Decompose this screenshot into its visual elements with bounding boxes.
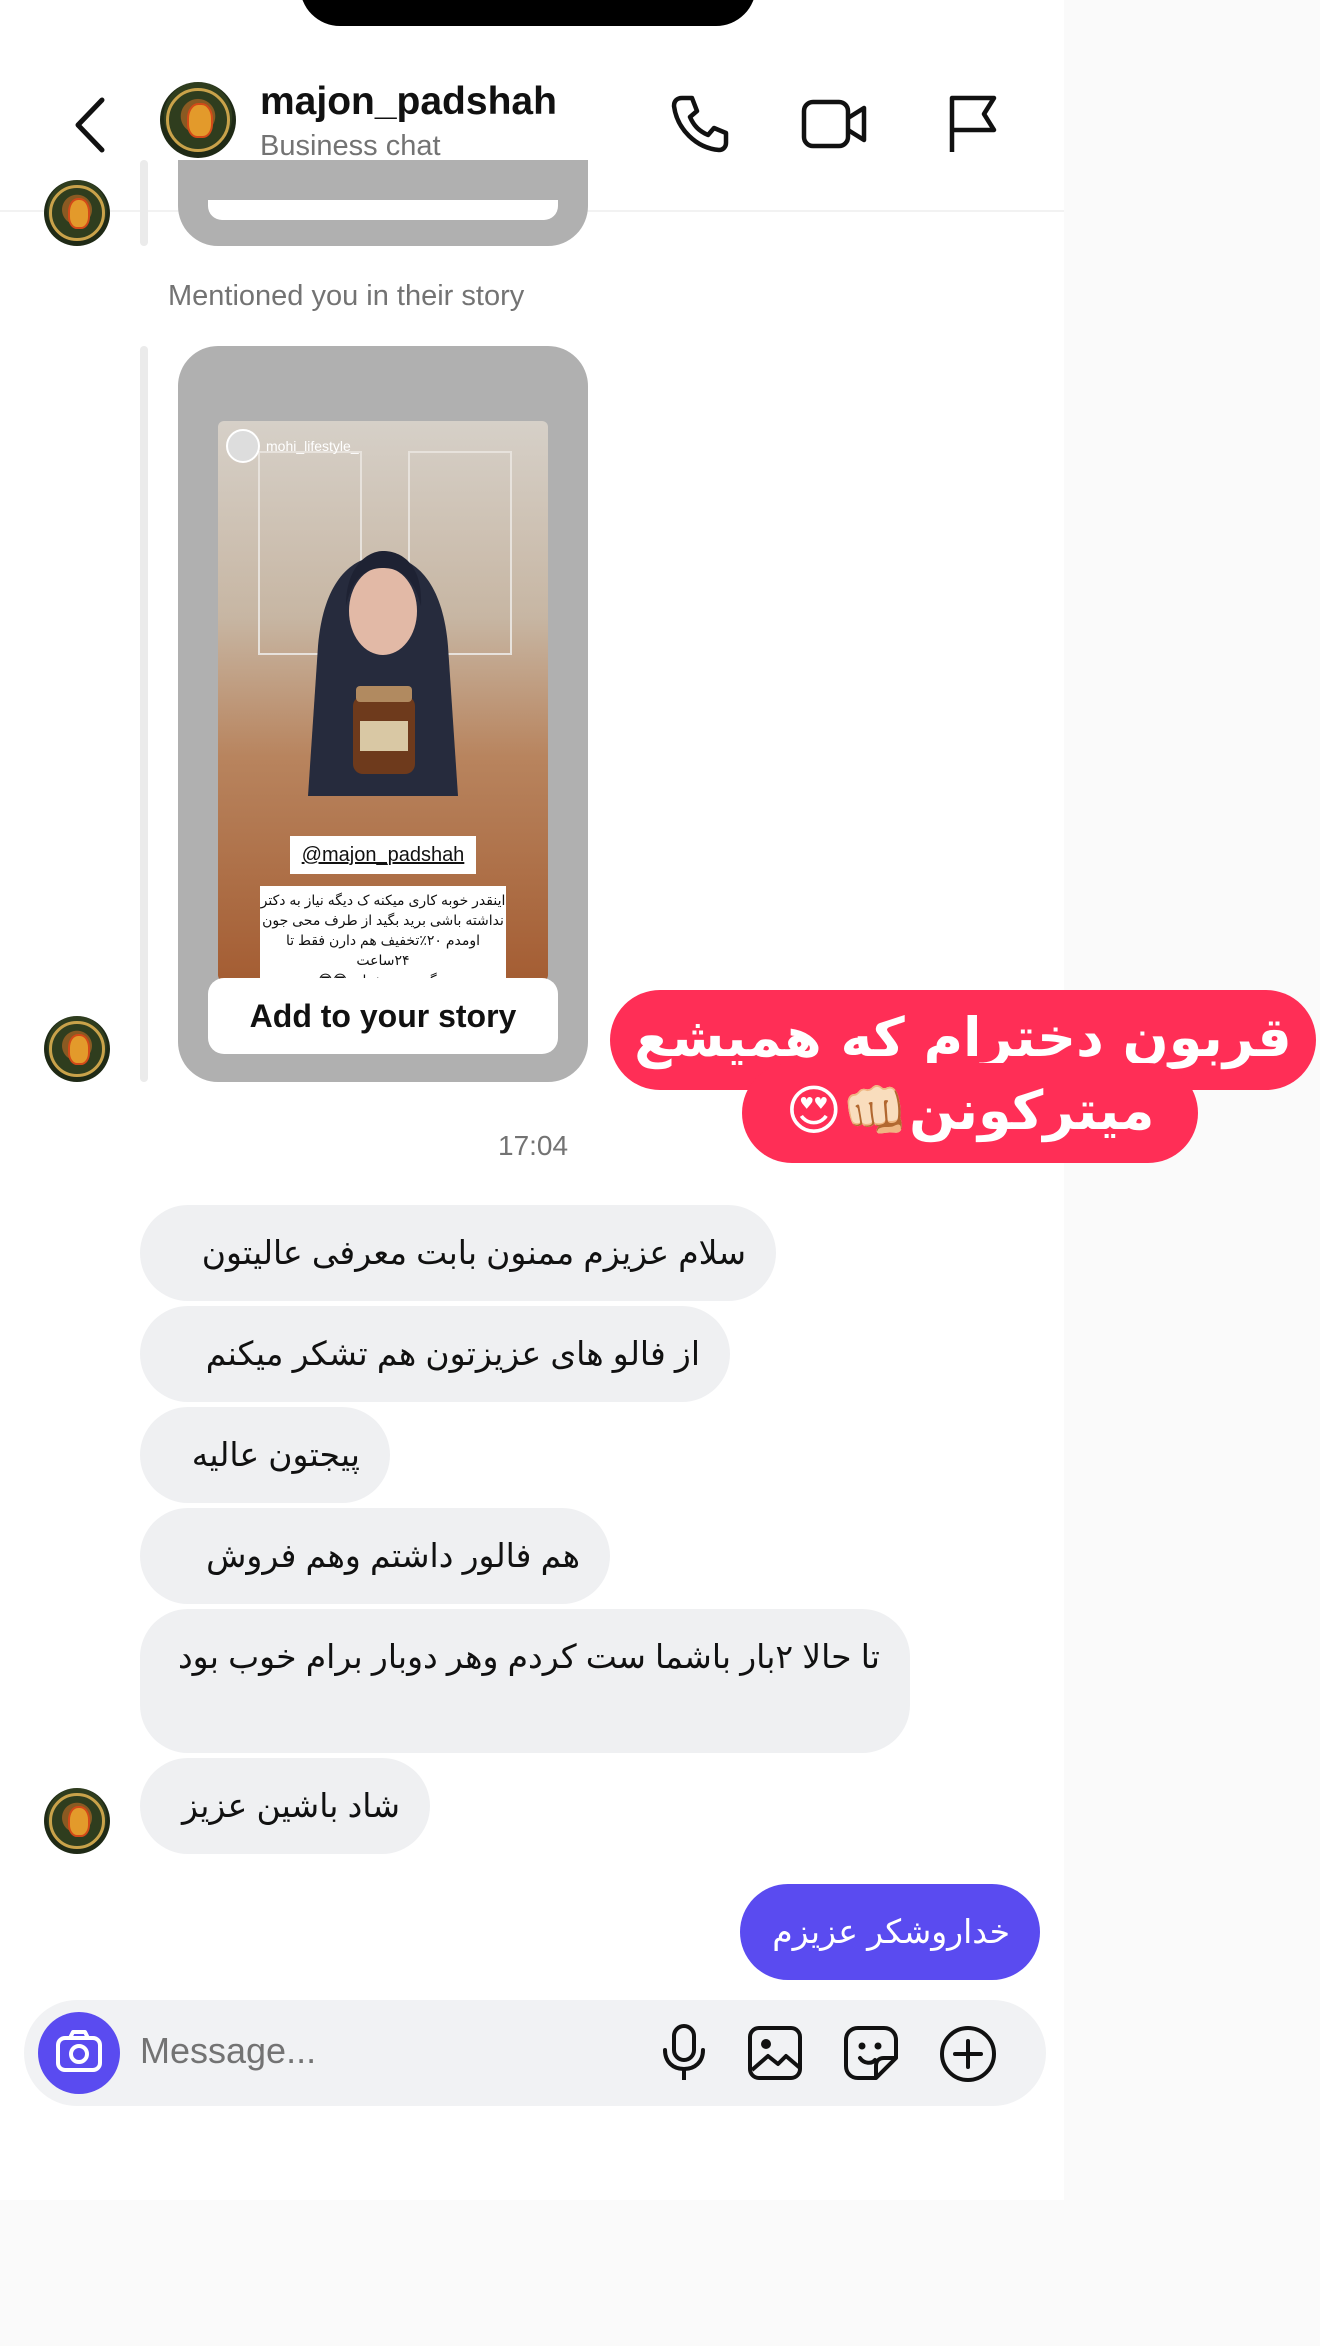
- camera-icon: [56, 2030, 102, 2072]
- phone-icon: [671, 95, 729, 153]
- story-sticker-line-2: میترکونن👊🏻😍: [742, 1063, 1198, 1163]
- received-message[interactable]: تا حالا ۲بار باشما ست کردم وهر دوبار برا…: [140, 1609, 910, 1753]
- sender-avatar-messages[interactable]: [44, 1788, 110, 1854]
- back-button[interactable]: [66, 90, 116, 160]
- story-account-avatar: [226, 429, 260, 463]
- thread-line-top: [140, 160, 148, 246]
- flag-icon: [949, 95, 997, 152]
- story-account-chip: mohi_lifestyle_: [226, 429, 359, 463]
- received-message[interactable]: از فالو های عزیزتون هم تشکر میکنم: [140, 1306, 730, 1402]
- image-icon: [748, 2026, 802, 2080]
- story-tag-sticker: @majon_padshah: [290, 836, 476, 874]
- story-caption-line: اینقدر خوبه کاری میکنه ک دیگه نیاز به دک…: [260, 892, 506, 908]
- audio-call-button[interactable]: [668, 92, 732, 156]
- chevron-left-icon: [75, 97, 105, 153]
- story-caption: اینقدر خوبه کاری میکنه ک دیگه نیاز به دک…: [260, 886, 506, 981]
- sticker-icon: [844, 2026, 898, 2080]
- voice-message-button[interactable]: [654, 2022, 714, 2084]
- sender-avatar-story[interactable]: [44, 1016, 110, 1082]
- microphone-icon: [663, 2024, 705, 2080]
- sticker-button[interactable]: [842, 2024, 900, 2082]
- received-message[interactable]: شاد باشین عزیز: [140, 1758, 430, 1854]
- report-button[interactable]: [944, 92, 1000, 156]
- message-input[interactable]: Message...: [140, 2030, 316, 2072]
- story-person-image: [308, 551, 458, 796]
- chat-type-label: Business chat: [260, 130, 441, 162]
- story-mention-card[interactable]: mohi_lifestyle_ @majon_padshah اینقدر خو…: [178, 346, 588, 1082]
- message-composer: Message...: [24, 2000, 1046, 2106]
- story-mention-label: Mentioned you in their story: [168, 280, 525, 312]
- sender-avatar-top[interactable]: [44, 180, 110, 246]
- received-message[interactable]: پیجتون عالیه: [140, 1407, 390, 1503]
- add-attachment-button[interactable]: [938, 2024, 998, 2084]
- contact-avatar[interactable]: [160, 82, 236, 158]
- message-timestamp: 17:04: [498, 1130, 569, 1161]
- thread-line-story: [140, 346, 148, 1082]
- add-to-story-button[interactable]: Add to your story: [208, 978, 558, 1054]
- previous-story-card[interactable]: [178, 160, 588, 246]
- story-thumbnail[interactable]: mohi_lifestyle_ @majon_padshah اینقدر خو…: [218, 421, 548, 981]
- contact-username[interactable]: majon_padshah: [260, 80, 557, 124]
- gallery-button[interactable]: [746, 2024, 804, 2082]
- video-call-button[interactable]: [800, 96, 868, 152]
- received-message[interactable]: هم فالور داشتم وهم فروش: [140, 1508, 610, 1604]
- plus-circle-icon: [940, 2026, 996, 2082]
- story-caption-line: نداشته باشی برید بگید از طرف محی جون: [262, 912, 504, 928]
- camera-button[interactable]: [38, 2012, 120, 2094]
- story-account-name: mohi_lifestyle_: [266, 438, 359, 454]
- dynamic-island: [300, 0, 756, 26]
- sent-message[interactable]: خداروشکر عزیزم: [740, 1884, 1040, 1980]
- video-camera-icon: [801, 99, 867, 149]
- received-message[interactable]: سلام عزیزم ممنون بابت معرفی عالیتون: [140, 1205, 776, 1301]
- story-caption-line: اومدم ۲۰٪تخفیف هم دارن فقط تا ۲۴ساعت: [285, 932, 480, 968]
